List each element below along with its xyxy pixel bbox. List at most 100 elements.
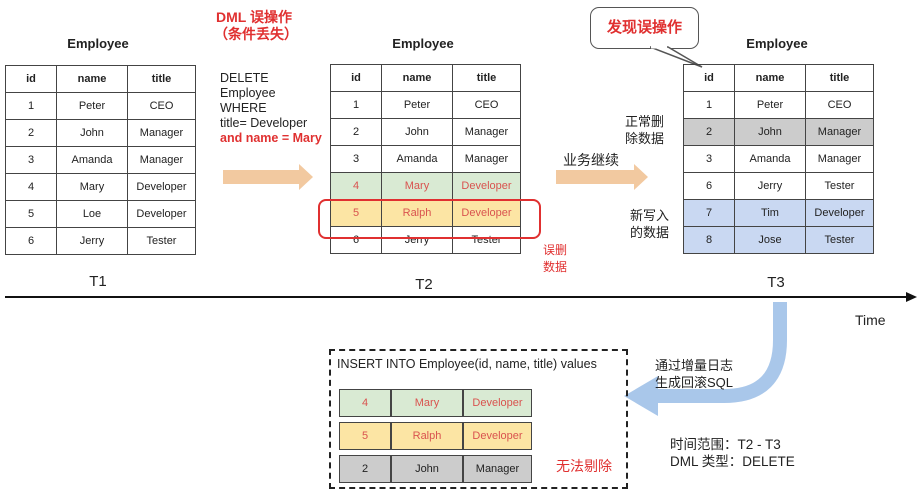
label-line: 误删 <box>543 243 568 257</box>
table-row: 3 Amanda Manager <box>330 145 521 173</box>
table-row: 3 Amanda Manager <box>5 146 196 174</box>
cell-name: Amanda <box>56 146 128 174</box>
cell-id: 3 <box>330 145 382 173</box>
cell-name: Peter <box>381 91 453 119</box>
new-data-label: 新写入 的数据 <box>630 207 669 241</box>
column-header-name: name <box>381 64 453 92</box>
table-row-new: 8 Jose Tester <box>683 226 874 254</box>
table-row: 5 Loe Developer <box>5 200 196 228</box>
dml-error-subtitle: （条件丢失） <box>214 26 298 42</box>
table-row-deleted: 4 Mary Developer <box>330 172 521 200</box>
mis-deleted-highlight-box <box>318 199 541 239</box>
column-header-name: name <box>56 65 128 93</box>
business-continues-label: 业务继续 <box>563 152 619 168</box>
cell-name: Loe <box>56 200 128 228</box>
column-header-title: title <box>452 64 521 92</box>
cell-id: 6 <box>5 227 57 255</box>
cell-title: Tester <box>805 172 874 200</box>
column-header-title: title <box>127 65 196 93</box>
cell-name: Ralph <box>391 422 463 450</box>
label-line: 生成回滚SQL <box>655 375 734 390</box>
cell-name: John <box>56 119 128 147</box>
column-header-id: id <box>330 64 382 92</box>
cell-title: Developer <box>452 172 521 200</box>
cell-title: Manager <box>127 146 196 174</box>
cell-name: Mary <box>381 172 453 200</box>
cell-title: Developer <box>463 422 532 450</box>
dml-type: DML 类型：DELETE <box>670 454 795 469</box>
cell-id: 7 <box>683 199 735 227</box>
arrow-right-icon <box>556 164 648 190</box>
timeline-axis <box>5 296 910 298</box>
normal-delete-label: 正常删 除数据 <box>625 113 664 147</box>
label-line: 正常删 <box>625 114 665 129</box>
t1-employee-table: id name title 1 Peter CEO 2 John Manager 3 Am… <box>5 65 196 255</box>
cell-title: CEO <box>805 91 874 119</box>
cell-id: 2 <box>339 455 391 483</box>
cell-title: CEO <box>127 92 196 120</box>
label-line: 除数据 <box>625 131 665 146</box>
cell-id: 2 <box>5 119 57 147</box>
cell-title: Tester <box>805 226 874 254</box>
sql-line: DELETE <box>220 71 269 85</box>
t3-table-title: Employee <box>746 36 808 51</box>
t1-table-title: Employee <box>67 36 129 51</box>
column-header-title: title <box>805 64 874 92</box>
t2-label: T2 <box>415 276 433 293</box>
table-row: 2 John Manager <box>5 119 196 147</box>
cell-name: Jerry <box>734 172 806 200</box>
delete-sql: DELETE Employee WHERE title= Developer a… <box>220 71 322 146</box>
cell-id: 4 <box>339 389 391 417</box>
cell-name: Peter <box>734 91 806 119</box>
table-header-row: id name title <box>5 65 196 93</box>
cell-id: 1 <box>683 91 735 119</box>
t3-label: T3 <box>767 274 785 291</box>
cell-title: Manager <box>452 118 521 146</box>
cell-name: Mary <box>56 173 128 201</box>
table-row: 1 Peter CEO <box>683 91 874 119</box>
column-header-id: id <box>683 64 735 92</box>
cell-name: Mary <box>391 389 463 417</box>
discover-error-bubble: 发现误操作 <box>590 7 699 49</box>
cell-title: Developer <box>463 389 532 417</box>
cell-title: Developer <box>127 173 196 201</box>
cell-id: 8 <box>683 226 735 254</box>
table-row: 2 John Manager <box>330 118 521 146</box>
table-row: 6 Jerry Tester <box>5 227 196 255</box>
time-axis-label: Time <box>855 312 886 328</box>
cell-name: Jose <box>734 226 806 254</box>
sql-line: title= Developer <box>220 116 308 130</box>
rollback-label: 通过增量日志 生成回滚SQL <box>655 357 733 391</box>
cell-id: 6 <box>683 172 735 200</box>
table-row: 4 Mary Developer <box>5 173 196 201</box>
cell-id: 3 <box>5 146 57 174</box>
t2-table-title: Employee <box>392 36 454 51</box>
column-header-id: id <box>5 65 57 93</box>
cell-id: 3 <box>683 145 735 173</box>
insert-statement: INSERT INTO Employee(id, name, title) va… <box>337 357 597 371</box>
cell-name: Tim <box>734 199 806 227</box>
mis-deleted-label: 误删 数据 <box>543 242 567 276</box>
rollback-params: 时间范围：T2 - T3 DML 类型：DELETE <box>670 436 795 470</box>
table-row: 3 Amanda Manager <box>683 145 874 173</box>
cell-title: Manager <box>127 119 196 147</box>
label-line: 的数据 <box>630 225 670 240</box>
cell-title: CEO <box>452 91 521 119</box>
cell-id: 1 <box>330 91 382 119</box>
cell-name: John <box>381 118 453 146</box>
table-row: 1 Peter CEO <box>330 91 521 119</box>
cell-name: Jerry <box>56 227 128 255</box>
cell-title: Tester <box>127 227 196 255</box>
sql-missing-condition: and name = Mary <box>220 131 322 145</box>
cell-title: Manager <box>805 145 874 173</box>
t1-label: T1 <box>89 273 107 290</box>
arrow-right-icon <box>223 164 313 190</box>
table-row: 5 Ralph Developer <box>339 422 532 450</box>
cell-title: Developer <box>127 200 196 228</box>
cell-id: 4 <box>5 173 57 201</box>
t3-employee-table: id name title 1 Peter CEO 2 John Manager 3 Am… <box>683 64 874 254</box>
label-line: 数据 <box>543 260 568 274</box>
table-header-row: id name title <box>683 64 874 92</box>
label-line: 新写入 <box>630 208 670 223</box>
cell-name: Amanda <box>381 145 453 173</box>
